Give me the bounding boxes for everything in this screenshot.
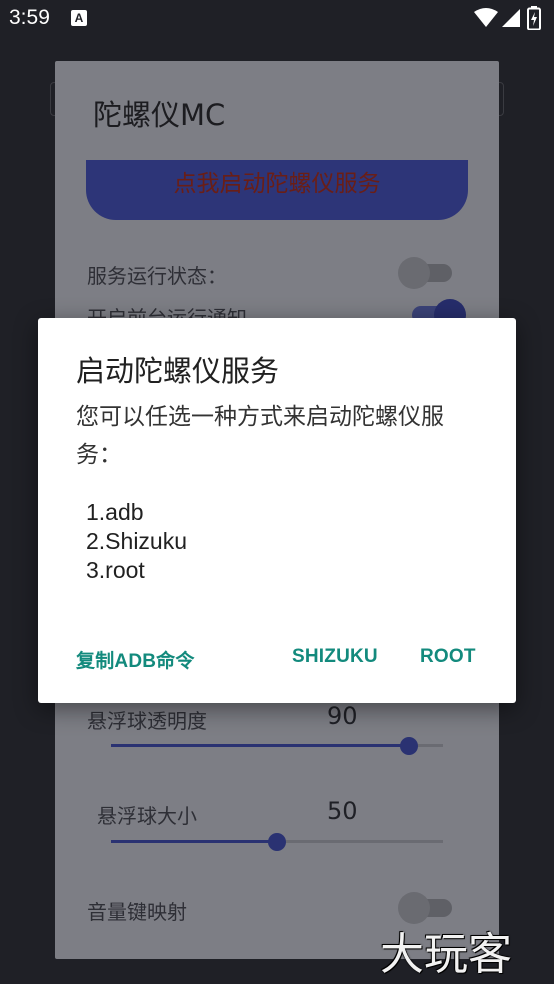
float-opacity-slider-fill xyxy=(111,744,409,747)
float-size-slider-thumb[interactable] xyxy=(268,833,286,851)
wifi-icon xyxy=(474,8,498,27)
app-title: 陀螺仪MC xyxy=(93,98,226,132)
dialog-options-list: 1.adb 2.Shizuku 3.root xyxy=(86,498,187,585)
volume-key-mapping-label: 音量键映射 xyxy=(87,900,187,924)
watermark-logo: 大玩客 xyxy=(380,929,512,980)
list-item: 2.Shizuku xyxy=(86,528,188,554)
copy-adb-command-button[interactable]: 复制ADB命令 xyxy=(76,646,195,673)
float-opacity-value: 90 xyxy=(327,702,358,730)
volume-key-mapping-toggle[interactable] xyxy=(398,892,452,924)
float-size-label: 悬浮球大小 xyxy=(97,804,197,828)
status-time: 3:59 xyxy=(9,6,50,29)
service-status-toggle[interactable] xyxy=(398,257,452,289)
root-button[interactable]: ROOT xyxy=(420,646,476,668)
toggle-knob xyxy=(398,257,430,289)
float-opacity-label: 悬浮球透明度 xyxy=(87,709,207,733)
dialog-message: 您可以任选一种方式来启动陀螺仪服务： xyxy=(76,404,444,468)
float-opacity-slider-thumb[interactable] xyxy=(400,737,418,755)
service-status-label: 服务运行状态： xyxy=(87,264,227,288)
shizuku-button[interactable]: SHIZUKU xyxy=(292,646,378,668)
dialog-title: 启动陀螺仪服务 xyxy=(76,354,280,388)
float-size-slider-rest xyxy=(277,840,443,843)
status-bar: 3:59 A xyxy=(0,0,554,36)
float-size-slider-fill xyxy=(111,840,277,843)
start-service-dialog: 启动陀螺仪服务 您可以任选一种方式来启动陀螺仪服务： 1.adb 2.Shizu… xyxy=(38,318,516,703)
start-service-button[interactable]: 点我启动陀螺仪服务 xyxy=(86,160,468,220)
signal-icon xyxy=(502,9,520,27)
battery-charging-icon xyxy=(527,6,541,30)
list-item: 3.root xyxy=(86,557,145,583)
float-size-value: 50 xyxy=(327,797,358,825)
list-item: 1.adb xyxy=(86,499,144,525)
notification-a-icon: A xyxy=(71,10,87,26)
